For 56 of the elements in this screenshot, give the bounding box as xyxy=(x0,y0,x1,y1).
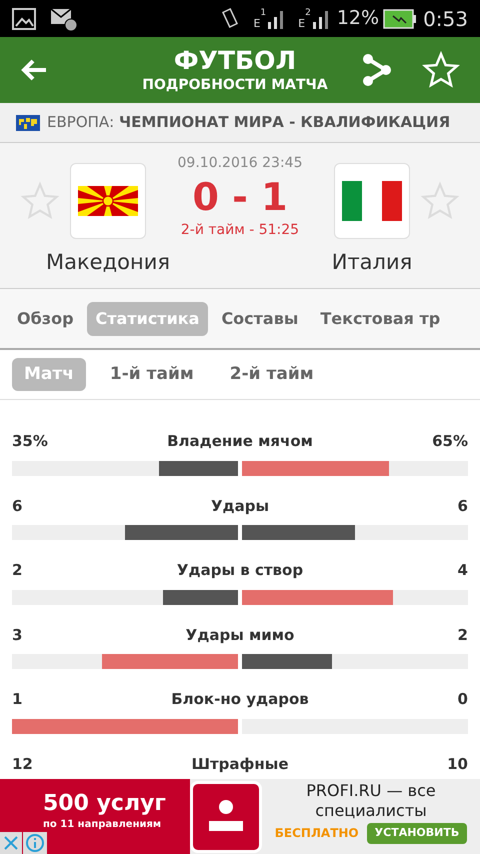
away-value: 4 xyxy=(458,560,468,581)
tab[interactable]: Составы xyxy=(212,302,308,336)
install-button[interactable]: УСТАНОВИТЬ xyxy=(366,823,468,844)
stat-label: Удары xyxy=(210,496,270,516)
network-type: E xyxy=(253,18,260,28)
sim-number: 1 xyxy=(260,8,266,18)
close-icon[interactable] xyxy=(0,832,22,854)
battery-percent: 12% xyxy=(336,6,380,32)
share-icon[interactable] xyxy=(362,54,392,86)
clock: 0:53 xyxy=(423,6,468,32)
stat-label: Удары мимо xyxy=(186,624,294,646)
ad-subline: по 11 направлениям xyxy=(43,818,162,832)
home-value: 1 xyxy=(12,689,22,710)
period-tab[interactable]: 2-й тайм xyxy=(218,358,326,392)
ad-banner[interactable]: 500 услуг по 11 направлениям PROFI.RU — все специалисты БЕСПЛАТНО УСТАНОВИТЬ xyxy=(0,779,480,854)
home-value: 12 xyxy=(12,754,33,774)
match-score: 0 - 1 xyxy=(192,174,288,220)
away-value: 2 xyxy=(458,624,468,646)
info-icon[interactable] xyxy=(23,832,47,854)
ad-price: БЕСПЛАТНО xyxy=(274,825,359,842)
network-type: E xyxy=(298,18,306,28)
match-status: 2-й тайм - 51:25 xyxy=(180,221,300,240)
ad-headline: 500 услуг xyxy=(43,791,167,817)
period-tab[interactable]: 1-й тайм xyxy=(98,358,206,392)
away-value: 6 xyxy=(458,496,468,516)
home-value: 35% xyxy=(12,431,48,452)
stat-label: Владение мячом xyxy=(167,431,313,452)
favorite-star-icon[interactable] xyxy=(20,181,60,221)
vibrate-icon xyxy=(221,8,240,30)
tab[interactable]: Обзор xyxy=(8,302,83,336)
home-value: 6 xyxy=(12,496,22,516)
flag-icon xyxy=(342,181,402,221)
tab[interactable]: Текстовая тр xyxy=(311,302,450,336)
world-map-icon xyxy=(16,114,40,130)
signal-icon xyxy=(310,8,331,28)
stat-label: Удары в створ xyxy=(176,560,304,581)
away-value: 10 xyxy=(447,754,468,774)
home-value: 2 xyxy=(12,560,22,581)
team-name: Македония xyxy=(46,249,170,276)
team-name: Италия xyxy=(332,249,412,276)
away-value: 0 xyxy=(458,689,468,710)
screen-title: ФУТБОЛ xyxy=(174,46,296,76)
battery-icon xyxy=(383,8,418,28)
away-value: 65% xyxy=(432,431,468,452)
home-value: 3 xyxy=(12,624,22,646)
stat-label: Блок-но ударов xyxy=(171,689,309,710)
stat-label: Штрафные xyxy=(191,754,289,774)
sim-number: 2 xyxy=(305,8,311,18)
favorite-star-icon[interactable] xyxy=(420,181,460,221)
screen-subtitle: ПОДРОБНОСТИ МАТЧА xyxy=(142,76,328,94)
match-datetime: 09.10.2016 23:45 xyxy=(178,154,302,173)
league-name: ЕВРОПА: ЧЕМПИОНАТ МИРА - КВАЛИФИКАЦИЯ xyxy=(47,112,450,134)
image-icon xyxy=(12,8,36,30)
back-arrow-icon[interactable] xyxy=(20,58,48,82)
flag-icon xyxy=(78,186,138,216)
ad-title: PROFI.RU — все специалисты xyxy=(305,781,437,821)
